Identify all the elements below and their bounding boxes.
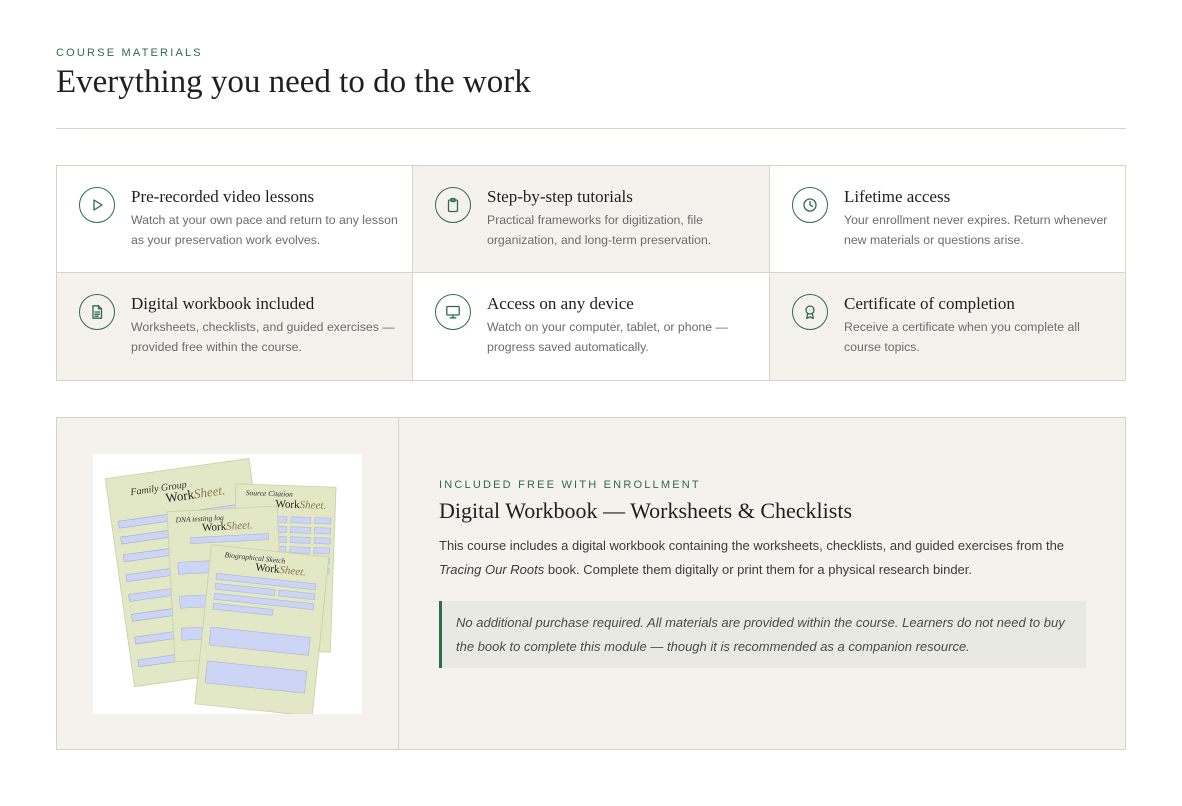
workbook-note: No additional purchase required. All mat…	[439, 601, 1086, 668]
sheet-brand: Work	[275, 498, 300, 511]
feature-card-video: Pre-recorded video lessons Watch at your…	[57, 166, 413, 273]
section-title: Everything you need to do the work	[56, 64, 531, 100]
book-title: Tracing Our Roots	[439, 562, 545, 577]
feature-title: Lifetime access	[844, 187, 951, 206]
feature-description: Worksheets, checklists, and guided exerc…	[131, 320, 395, 354]
svg-text:WorkSheet.: WorkSheet.	[275, 498, 326, 512]
sheet-brand: Work	[202, 521, 227, 534]
features-grid: Pre-recorded video lessons Watch at your…	[56, 165, 1126, 381]
play-icon	[79, 187, 115, 223]
sheet-brand-accent: Sheet.	[226, 519, 253, 532]
workbook-description: This course includes a digital workbook …	[439, 534, 1089, 582]
award-icon	[792, 294, 828, 330]
feature-title: Step-by-step tutorials	[487, 187, 633, 206]
feature-card-lifetime: Lifetime access Your enrollment never ex…	[770, 166, 1125, 273]
sheet-heading: Source Citation	[246, 488, 294, 499]
monitor-icon	[435, 294, 471, 330]
sheet-brand: Work	[255, 561, 281, 576]
clock-icon	[792, 187, 828, 223]
feature-description: Your enrollment never expires. Return wh…	[844, 213, 1108, 247]
feature-description: Watch on your computer, tablet, or phone…	[487, 320, 728, 354]
feature-title: Access on any device	[487, 294, 634, 313]
feature-title: Digital workbook included	[131, 294, 315, 313]
section-divider	[56, 128, 1126, 129]
feature-card-tutorials: Step-by-step tutorials Practical framewo…	[413, 166, 770, 273]
workbook-title: Digital Workbook — Worksheets & Checklis…	[439, 498, 853, 523]
document-icon	[79, 294, 115, 330]
feature-card-device: Access on any device Watch on your compu…	[413, 273, 770, 380]
section-eyebrow: COURSE MATERIALS	[56, 47, 203, 59]
feature-card-certificate: Certificate of completion Receive a cert…	[770, 273, 1125, 380]
workbook-panel: Family Group WorkSheet. Source Citation …	[56, 417, 1126, 750]
workbook-description-start: This course includes a digital workbook …	[439, 538, 1065, 553]
workbook-eyebrow: INCLUDED FREE WITH ENROLLMENT	[439, 479, 701, 491]
feature-description: Watch at your own pace and return to any…	[131, 213, 398, 247]
feature-card-workbook: Digital workbook included Worksheets, ch…	[57, 273, 413, 380]
feature-title: Pre-recorded video lessons	[131, 187, 315, 206]
sheet-brand-accent: Sheet.	[299, 499, 326, 512]
feature-title: Certificate of completion	[844, 294, 1015, 313]
feature-description: Practical frameworks for digitization, f…	[487, 213, 712, 247]
feature-description: Receive a certificate when you complete …	[844, 320, 1080, 354]
workbook-image: Family Group WorkSheet. Source Citation …	[93, 454, 362, 717]
workbook-description-end: book. Complete them digitally or print t…	[544, 562, 973, 577]
clipboard-icon	[435, 187, 471, 223]
workbook-divider	[398, 418, 399, 749]
